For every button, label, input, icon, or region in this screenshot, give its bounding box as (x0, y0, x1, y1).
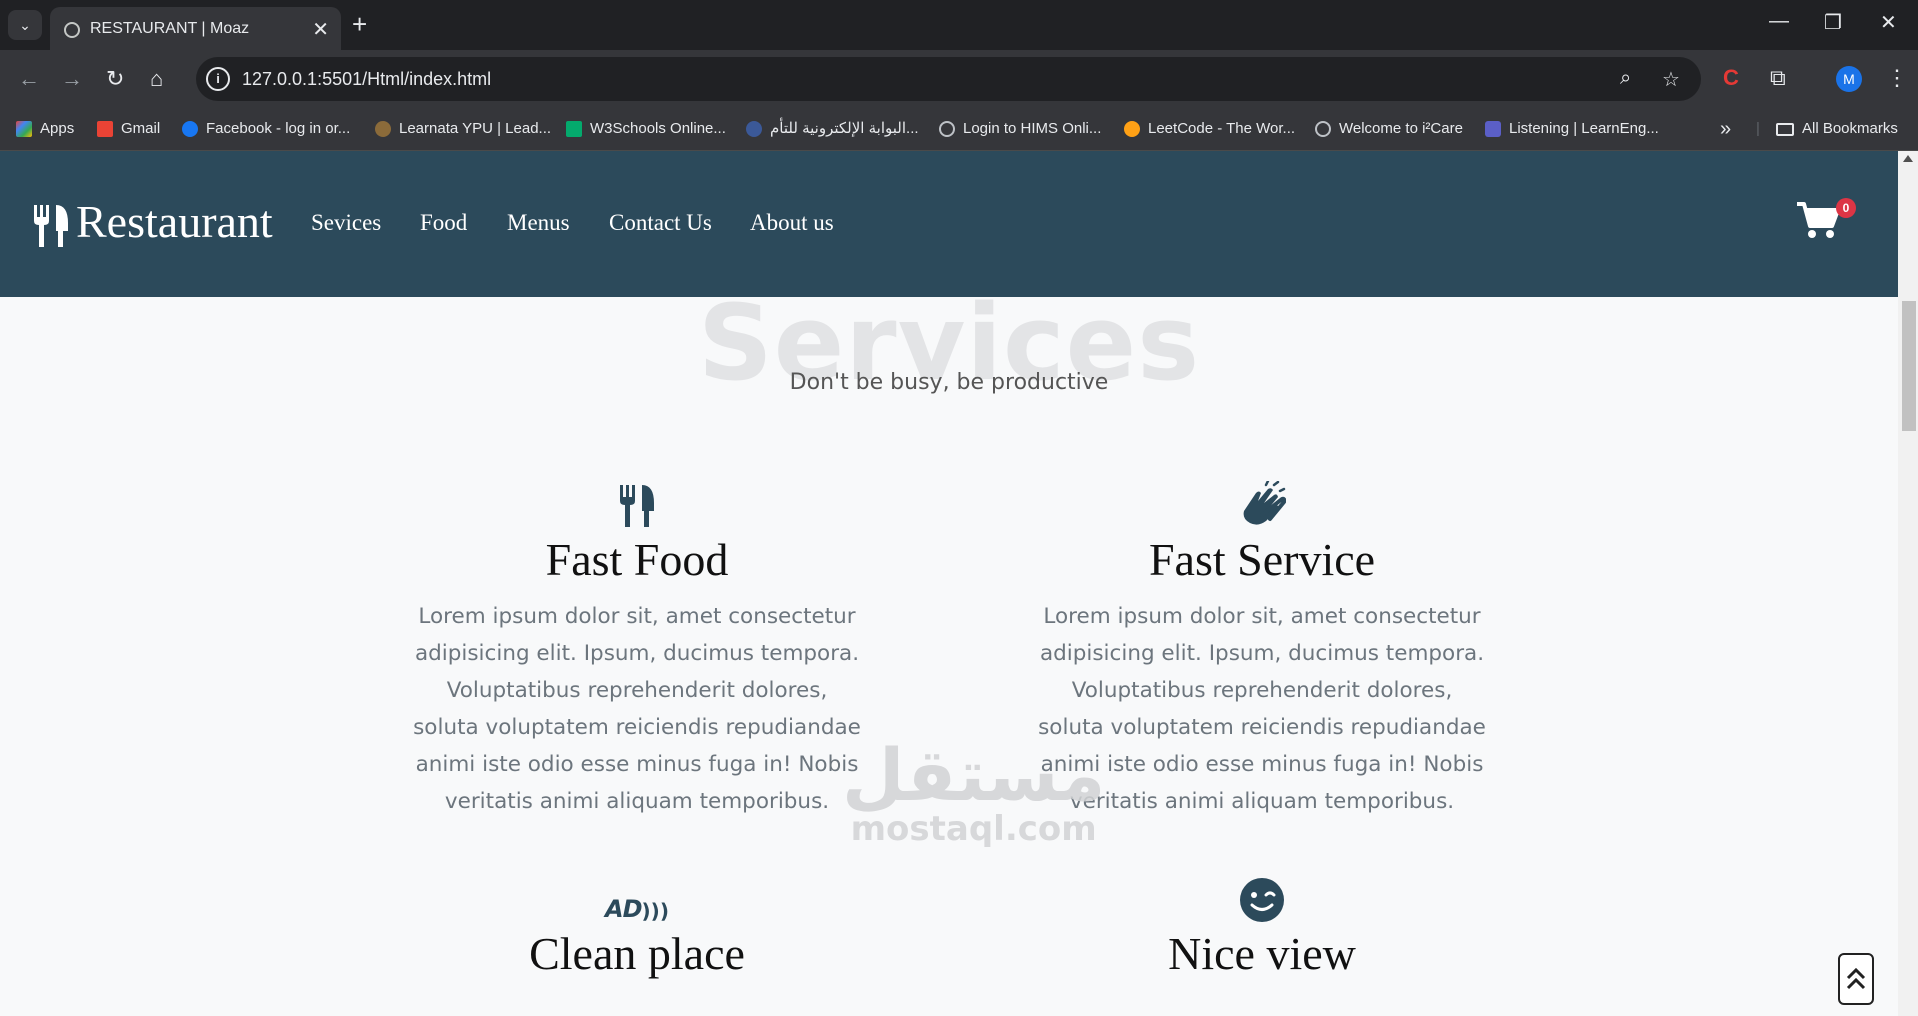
zoom-icon[interactable]: ⌕ (1620, 67, 1631, 90)
restore-icon[interactable]: ❐ (1824, 10, 1842, 35)
watermark-latin: mostaql.com (850, 809, 1097, 849)
smile-wink-icon (1032, 878, 1492, 923)
bookmark-label: Welcome to i²Care (1339, 120, 1463, 137)
tab-title: RESTAURANT | Moaz (90, 20, 250, 37)
extension-icon[interactable]: C (1723, 65, 1739, 91)
bookmark-gmail[interactable]: Gmail (97, 108, 160, 150)
leetcode-icon (1124, 121, 1140, 138)
all-bookmarks-button[interactable]: All Bookmarks (1776, 108, 1898, 150)
bookmark-label: W3Schools Online... (590, 120, 726, 137)
watermark-arabic: مستقل (842, 733, 1106, 817)
bookmark-w3schools[interactable]: W3Schools Online... (566, 108, 726, 150)
service-title: Nice view (1168, 928, 1356, 979)
learnata-icon (375, 121, 391, 138)
section-subtitle: Don't be busy, be productive (789, 370, 1109, 395)
service-card-fast-food: Fast Food Lorem ipsum dolor sit, amet co… (407, 477, 867, 820)
browser-tab[interactable]: RESTAURANT | Moaz ✕ (50, 7, 341, 50)
back-to-top-button[interactable] (1838, 953, 1874, 1005)
brand-logo[interactable]: Restaurant (32, 195, 273, 249)
utensils-icon (407, 477, 867, 529)
bookmark-label: Gmail (121, 120, 161, 137)
learneng-icon (1485, 121, 1501, 138)
bookmark-leetcode[interactable]: LeetCode - The Wor... (1124, 108, 1295, 150)
sound-waves-icon: ))) (641, 899, 669, 923)
scroll-thumb[interactable] (1902, 301, 1916, 431)
folder-icon (1776, 122, 1794, 136)
globe-icon (939, 121, 955, 138)
bookmark-label: Login to HIMS Onli... (963, 120, 1102, 137)
audio-description-icon: AD))) (407, 881, 867, 923)
double-chevron-up-icon (1846, 967, 1866, 990)
profile-avatar[interactable]: M (1836, 66, 1862, 92)
bookmark-label: LeetCode - The Wor... (1148, 120, 1296, 137)
apps-grid-icon (16, 121, 32, 138)
service-title: Clean place (529, 928, 745, 979)
bookmark-label: Learnata YPU | Lead... (399, 120, 552, 137)
browser-toolbar: ← → ↻ ⌂ i 127.0.0.1:5501/Html/index.html… (0, 50, 1918, 108)
service-title: Fast Service (1148, 534, 1376, 585)
brand-name: Restaurant (76, 196, 273, 247)
tab-search-button[interactable]: ⌄ (8, 10, 42, 40)
nav-link-services[interactable]: Sevices (311, 210, 381, 236)
bookmark-apps[interactable]: Apps (16, 108, 74, 150)
audio-description-label: AD (605, 895, 642, 923)
bookmark-label: Listening | LearnEng... (1509, 120, 1659, 137)
home-icon[interactable]: ⌂ (150, 66, 163, 92)
cart-icon[interactable] (1797, 201, 1839, 239)
site-navbar: Restaurant Sevices Food Menus Contact Us… (0, 151, 1898, 297)
facebook-icon (182, 121, 198, 138)
bookmark-label: Apps (40, 120, 75, 137)
bookmark-label: البوابة الإلكترونية للتأم... (770, 120, 919, 137)
minimize-icon[interactable]: — (1769, 10, 1789, 33)
bookmark-learnata[interactable]: Learnata YPU | Lead... (375, 108, 551, 150)
browser-tab-strip: ⌄ RESTAURANT | Moaz ✕ + — ❐ ✕ (0, 0, 1918, 50)
scroll-up-arrow-icon[interactable] (1903, 155, 1913, 162)
service-card-clean-place: AD))) Clean place (407, 881, 867, 980)
globe-icon (64, 22, 80, 38)
reload-icon[interactable]: ↻ (106, 66, 124, 92)
hands-clapping-icon (1032, 477, 1492, 529)
service-description: Lorem ipsum dolor sit, amet consectetur … (413, 604, 861, 814)
menu-kebab-icon[interactable]: ⋮ (1886, 65, 1908, 91)
nav-link-food[interactable]: Food (420, 210, 467, 236)
address-bar[interactable]: i 127.0.0.1:5501/Html/index.html ⌕ ☆ (196, 57, 1701, 101)
gmail-icon (97, 121, 113, 138)
globe-icon (1315, 121, 1331, 138)
bookmarks-bar: Apps Gmail Facebook - log in or... Learn… (0, 108, 1918, 151)
w3schools-icon (566, 121, 582, 138)
new-tab-button[interactable]: + (352, 9, 367, 40)
bookmark-learneng[interactable]: Listening | LearnEng... (1485, 108, 1659, 150)
cart-count-badge: 0 (1836, 198, 1856, 218)
more-bookmarks-icon[interactable]: » (1720, 108, 1731, 150)
divider: | (1756, 120, 1760, 137)
bookmark-label: Facebook - log in or... (206, 120, 351, 137)
extensions-puzzle-icon[interactable]: ⧉ (1770, 65, 1786, 91)
bookmark-facebook[interactable]: Facebook - log in or... (182, 108, 350, 150)
nav-link-about[interactable]: About us (750, 210, 834, 236)
all-bookmarks-label: All Bookmarks (1802, 120, 1898, 137)
portal-icon (746, 121, 762, 138)
bookmark-icare[interactable]: Welcome to i²Care (1315, 108, 1463, 150)
back-icon[interactable]: ← (18, 66, 40, 92)
bookmark-hims[interactable]: Login to HIMS Onli... (939, 108, 1101, 150)
page-scrollbar[interactable] (1898, 151, 1918, 1016)
bookmark-portal[interactable]: البوابة الإلكترونية للتأم... (746, 108, 919, 150)
bookmark-star-icon[interactable]: ☆ (1662, 67, 1680, 92)
close-window-icon[interactable]: ✕ (1880, 10, 1897, 35)
site-info-icon[interactable]: i (206, 67, 230, 91)
utensils-icon (34, 205, 68, 248)
service-title: Fast Food (545, 534, 729, 585)
nav-link-contact[interactable]: Contact Us (609, 210, 712, 236)
mostaql-watermark: مستقل mostaql.com (842, 735, 1105, 849)
close-tab-icon[interactable]: ✕ (312, 17, 329, 42)
url-text[interactable]: 127.0.0.1:5501/Html/index.html (242, 69, 491, 90)
service-card-nice-view: Nice view (1032, 878, 1492, 980)
page-viewport: Restaurant Sevices Food Menus Contact Us… (0, 151, 1898, 1016)
forward-icon[interactable]: → (61, 66, 83, 92)
nav-link-menus[interactable]: Menus (507, 210, 570, 236)
